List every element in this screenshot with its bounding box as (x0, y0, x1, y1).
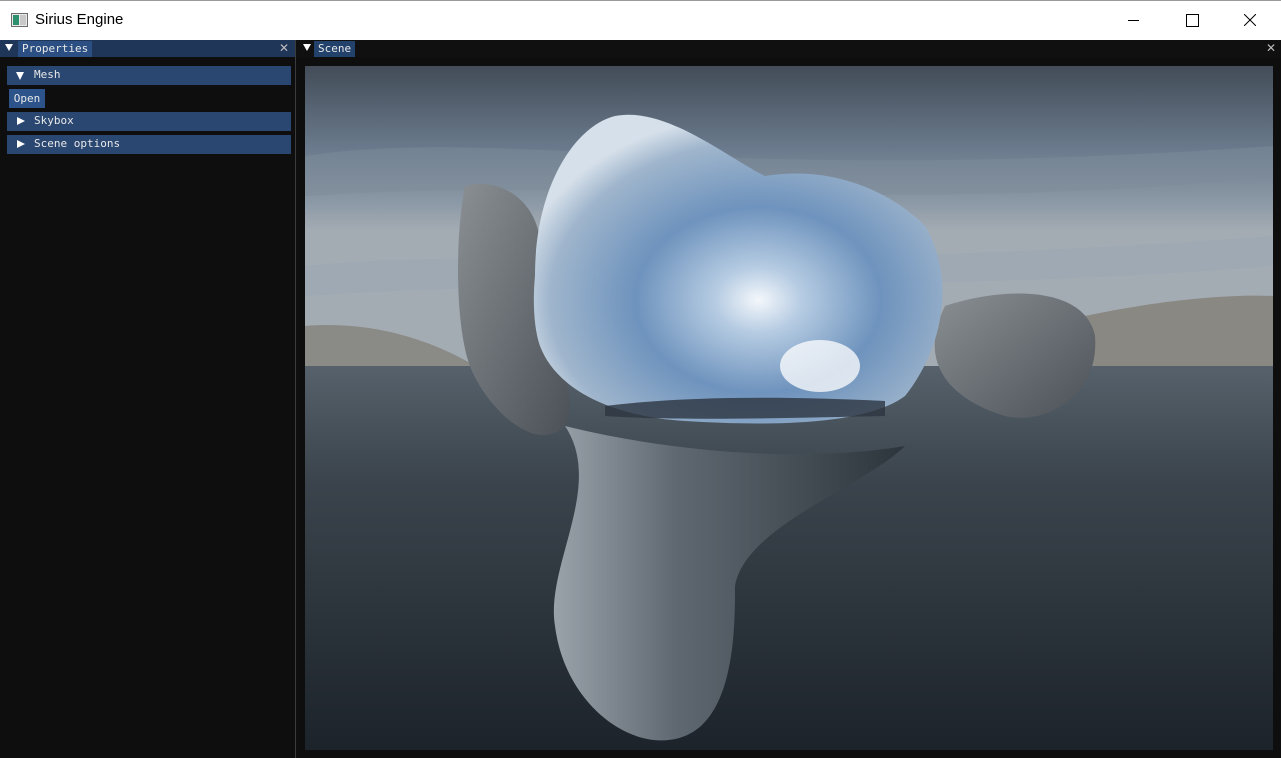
section-label: Mesh (34, 68, 61, 81)
tab-scene[interactable]: Scene (314, 41, 356, 57)
app-icon (11, 13, 28, 27)
chevron-down-icon (16, 72, 24, 80)
dock-menu-icon[interactable] (303, 44, 311, 51)
tab-properties[interactable]: Properties (18, 41, 93, 57)
title-bar: Sirius Engine (0, 0, 1281, 40)
mesh-section-header[interactable]: Mesh (7, 66, 291, 85)
minimize-button[interactable] (1105, 1, 1163, 40)
section-label: Skybox (34, 114, 74, 127)
section-label: Scene options (34, 137, 121, 150)
scene-viewport[interactable] (305, 66, 1273, 750)
rendered-scene (305, 66, 1273, 750)
scene-close-icon[interactable]: ✕ (1266, 41, 1276, 56)
maximize-button[interactable] (1163, 1, 1221, 40)
properties-tab-bar: Properties ✕ (0, 40, 295, 57)
properties-panel: Properties ✕ Mesh Open Skybox Scene opti… (0, 40, 296, 758)
dock-menu-icon[interactable] (5, 44, 13, 51)
scene-tab-bar: Scene ✕ (297, 40, 1281, 57)
close-icon (1244, 14, 1256, 26)
chevron-right-icon (17, 140, 25, 148)
properties-close-icon[interactable]: ✕ (279, 41, 289, 56)
chevron-right-icon (17, 117, 25, 125)
close-window-button[interactable] (1221, 1, 1279, 40)
scene-panel: Scene ✕ (297, 40, 1281, 758)
window-title: Sirius Engine (35, 11, 124, 28)
skybox-section-header[interactable]: Skybox (7, 112, 291, 131)
scene-options-section-header[interactable]: Scene options (7, 135, 291, 154)
open-mesh-button[interactable]: Open (9, 89, 45, 108)
